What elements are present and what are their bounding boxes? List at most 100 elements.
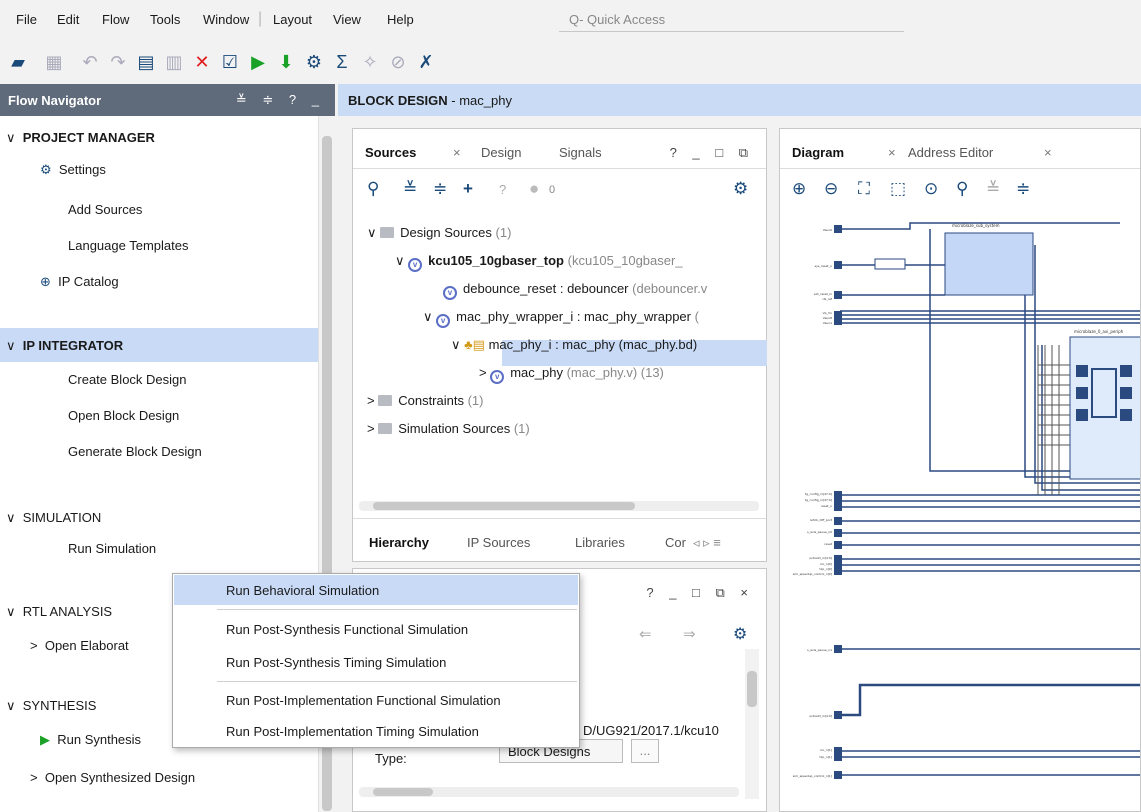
program-device-icon[interactable]: ⬇ [274,50,298,74]
forward-arrow-icon[interactable]: ⇒ [683,625,696,643]
close-icon[interactable]: × [453,145,461,160]
tab-hierarchy[interactable]: Hierarchy [369,535,429,550]
nav-open-block-design[interactable]: Open Block Design [68,408,179,423]
scrollbar-thumb[interactable] [373,788,433,796]
tab-sources[interactable]: Sources [365,145,416,160]
quick-access-field[interactable]: Q- Quick Access [559,8,904,32]
copy-icon[interactable]: ▤ [134,50,158,74]
menu-flow[interactable]: Flow [102,12,129,27]
debug-icon[interactable]: ✧ [358,50,382,74]
tree-design-sources[interactable]: ∨ Design Sources (1) [367,225,511,241]
menu-run-post-implementation-functional[interactable]: Run Post-Implementation Functional Simul… [174,685,578,715]
nav-ip-catalog[interactable]: ⊕ IP Catalog [40,274,119,290]
horizontal-scrollbar[interactable] [359,787,739,797]
run-icon[interactable]: ▶ [246,50,270,74]
menu-edit[interactable]: Edit [57,12,79,27]
section-rtl-analysis[interactable]: ∨ RTL ANALYSIS [6,604,112,620]
tree-block-design[interactable]: ∨ ♣▤ mac_phy_i : mac_phy (mac_phy.bd) [451,337,697,353]
open-project-icon[interactable]: ▰ [6,50,30,74]
menu-run-behavioral-simulation[interactable]: Run Behavioral Simulation [174,575,578,605]
tree-constraints[interactable]: > Constraints (1) [367,393,483,408]
nav-open-elaborated-design[interactable]: > Open Elaborat [30,638,129,653]
tab-diagram[interactable]: Diagram [792,145,844,160]
section-project-manager[interactable]: ∨ PROJECT MANAGER [6,130,155,146]
tab-signals[interactable]: Signals [559,145,602,160]
search-icon[interactable]: ⚲ [367,179,379,199]
menu-tools[interactable]: Tools [150,12,180,27]
scrollbar-thumb[interactable] [373,502,635,510]
search-icon[interactable]: ⚲ [956,179,968,199]
add-icon[interactable]: + [463,179,473,199]
zoom-in-icon[interactable]: ⊕ [792,179,806,199]
zoom-fit-icon[interactable]: ⛶ [858,179,870,199]
section-synthesis[interactable]: ∨ SYNTHESIS [6,698,96,714]
menu-run-post-synthesis-functional[interactable]: Run Post-Synthesis Functional Simulation [174,614,578,644]
menu-window[interactable]: Window [203,12,249,27]
menu-help[interactable]: Help [387,12,414,27]
nav-language-templates[interactable]: Language Templates [68,238,188,253]
gear-icon[interactable]: ⚙ [733,179,748,199]
microblaze-sub-system-block[interactable] [944,232,1034,296]
tab-libraries[interactable]: Libraries [575,535,625,550]
menu-layout[interactable]: Layout [273,12,312,27]
flow-navigator-controls[interactable]: ≚ ≑ ? _ [236,92,325,108]
nav-open-synthesized-design[interactable]: > Open Synthesized Design [30,770,195,785]
undo-icon[interactable]: ↶ [78,50,102,74]
eraser-icon[interactable]: ⊘ [386,50,410,74]
tab-compile-order[interactable]: Cor [665,535,686,550]
delete-icon[interactable]: ✕ [190,50,214,74]
section-simulation[interactable]: ∨ SIMULATION [6,510,101,526]
nav-settings[interactable]: ⚙ Settings [40,162,106,178]
close-icon[interactable]: × [1044,145,1052,160]
vertical-scrollbar[interactable] [745,649,759,799]
tree-top-module[interactable]: ∨ v kcu105_10gbaser_top (kcu105_10gbaser_ [395,253,683,272]
tab-scroll-icon[interactable]: ◃ ▹ ≡ [693,535,721,551]
nav-create-block-design[interactable]: Create Block Design [68,372,187,387]
browse-button[interactable]: ... [631,739,659,763]
standalone-block[interactable] [874,258,906,270]
tree-wrapper[interactable]: ∨ v mac_phy_wrapper_i : mac_phy_wrapper ( [423,309,699,328]
report-sum-icon[interactable]: Σ [330,50,354,74]
tab-ip-sources[interactable]: IP Sources [467,535,530,550]
panel-controls[interactable]: ? _ □ ⧉ [670,145,754,161]
settings-gear-icon[interactable]: ⚙ [302,50,326,74]
scrollbar-thumb[interactable] [747,671,757,707]
collapse-icon[interactable]: ≚ [986,179,1000,199]
validate-icon[interactable]: ☑ [218,50,242,74]
nav-run-simulation[interactable]: Run Simulation [68,541,156,556]
expand-all-icon[interactable]: ≑ [433,179,447,199]
menu-file[interactable]: File [16,12,37,27]
save-icon[interactable]: ▦ [42,50,66,74]
chevron-down-icon: ∨ [6,130,16,145]
collapse-all-icon[interactable]: ≚ [403,179,417,199]
expand-icon[interactable]: ≑ [1016,179,1030,199]
tab-design[interactable]: Design [481,145,521,160]
section-ip-integrator[interactable]: ∨ IP INTEGRATOR [6,338,123,354]
tab-address-editor[interactable]: Address Editor [908,145,993,160]
zoom-select-icon[interactable]: ⬚ [890,179,906,199]
paste-icon[interactable]: ▥ [162,50,186,74]
panel-controls[interactable]: ? _ □ ⧉ × [646,585,754,601]
auto-connect-icon[interactable]: ⊙ [924,179,938,199]
gear-icon[interactable]: ⚙ [733,624,747,644]
menu-run-post-implementation-timing[interactable]: Run Post-Implementation Timing Simulatio… [174,716,578,746]
nav-generate-block-design[interactable]: Generate Block Design [68,444,202,459]
nav-run-synthesis[interactable]: ▶ Run Synthesis [40,732,141,748]
flow-navigator-header: Flow Navigator ≚ ≑ ? _ [0,84,335,116]
axi-interconnect-block[interactable] [1069,336,1140,480]
tree-simulation-sources[interactable]: > Simulation Sources (1) [367,421,530,436]
redo-icon[interactable]: ↷ [106,50,130,74]
clear-markers-icon[interactable]: ✗ [414,50,438,74]
zoom-out-icon[interactable]: ⊖ [824,179,838,199]
back-arrow-icon[interactable]: ⇐ [639,625,652,643]
nav-add-sources[interactable]: Add Sources [68,202,142,217]
tree-mac-phy[interactable]: > v mac_phy (mac_phy.v) (13) [479,365,664,384]
info-icon[interactable]: ? [499,182,506,197]
block-diagram-canvas[interactable]: microblaze_sub_system microblaze_0_axi_p… [780,215,1140,811]
close-icon[interactable]: × [888,145,896,160]
tree-debounce[interactable]: v debounce_reset : debouncer (debouncer.v [443,281,707,300]
menu-view[interactable]: View [333,12,361,27]
horizontal-scrollbar[interactable] [359,501,759,511]
menu-run-post-synthesis-timing[interactable]: Run Post-Synthesis Timing Simulation [174,647,578,677]
chevron-down-icon: ∨ [6,698,16,713]
